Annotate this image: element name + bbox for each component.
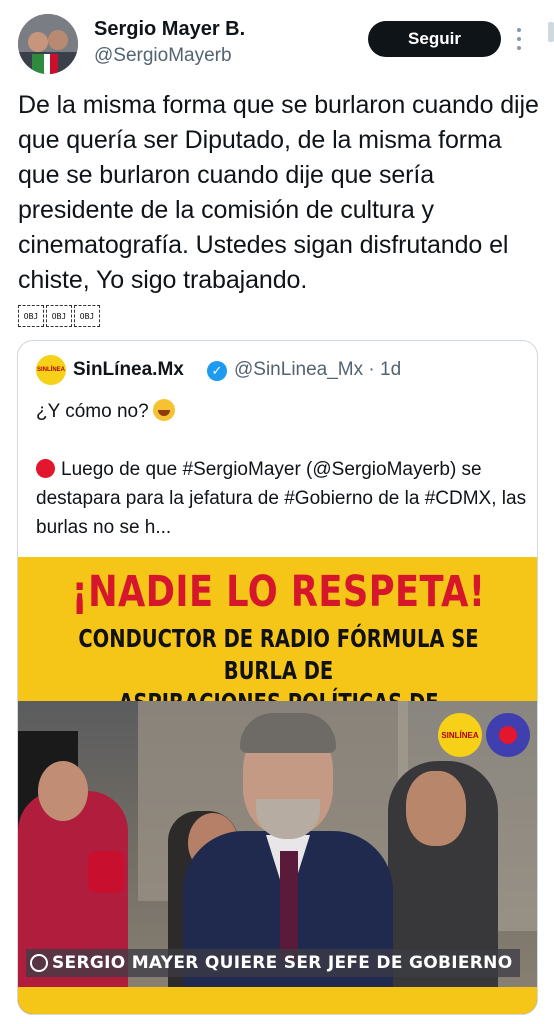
emoji-placeholder: OBJ xyxy=(46,305,72,327)
quoted-text-question: ¿Y cómo no? xyxy=(36,401,149,422)
red-circle-icon xyxy=(36,459,55,478)
image-subheadline-line1: CONDUCTOR DE RADIO FÓRMULA SE BURLA DE xyxy=(78,624,479,685)
quoted-text-paragraph: Luego de que #SergioMayer (@SergioMayerb… xyxy=(36,455,536,542)
reporter-left xyxy=(18,791,128,1014)
elheraldo-logo xyxy=(486,713,530,757)
quoted-text-line: ¿Y cómo no? xyxy=(36,399,175,423)
follow-button[interactable]: Seguir xyxy=(368,21,501,57)
subject-hair xyxy=(240,713,336,753)
lower-third-text: SERGIO MAYER QUIERE SER JEFE DE GOBIERNO xyxy=(52,953,513,973)
quoted-author-name[interactable]: SinLínea.Mx xyxy=(73,359,184,381)
emoji-placeholder: OBJ xyxy=(18,305,44,327)
reporter-right-head xyxy=(406,771,466,846)
image-bottom-bar xyxy=(18,987,537,1014)
quoted-author-avatar[interactable]: SINLÍNEA xyxy=(36,355,66,385)
scrollbar-handle[interactable] xyxy=(548,22,554,42)
quoted-media-image[interactable]: ¡NADIE LO RESPETA! CONDUCTOR DE RADIO FÓ… xyxy=(18,557,537,1014)
laughing-emoji-icon xyxy=(152,399,175,421)
author-name[interactable]: Sergio Mayer B. xyxy=(94,18,245,41)
quoted-author-handle-time[interactable]: @SinLinea_Mx · 1d xyxy=(234,359,401,381)
image-banner: ¡NADIE LO RESPETA! CONDUCTOR DE RADIO FÓ… xyxy=(18,557,537,749)
subject-tie xyxy=(280,851,298,961)
news-photo: SINLÍNEA SERGIO MAYER QUIERE SER JEFE DE… xyxy=(18,701,537,1014)
quoted-paragraph-text: Luego de que #SergioMayer (@SergioMayerb… xyxy=(36,459,527,538)
broadcast-icon xyxy=(30,954,48,972)
quoted-tweet-card[interactable]: SINLÍNEA SinLínea.Mx ✓ @SinLinea_Mx · 1d… xyxy=(17,340,538,1015)
reporter-left-head xyxy=(38,761,88,821)
tweet-text: De la misma forma que se burlaron cuando… xyxy=(18,91,539,294)
verified-badge-icon: ✓ xyxy=(207,361,227,381)
image-headline: ¡NADIE LO RESPETA! xyxy=(71,567,486,617)
emoji-placeholders: OBJ OBJ OBJ xyxy=(18,305,100,327)
sinlinea-logo: SINLÍNEA xyxy=(438,713,482,757)
author-avatar[interactable] xyxy=(18,14,78,74)
tweet-header: Sergio Mayer B. @SergioMayerb Seguir xyxy=(0,0,554,80)
more-options-icon[interactable] xyxy=(516,28,522,50)
emoji-placeholder: OBJ xyxy=(74,305,100,327)
microphone-icon xyxy=(88,851,124,893)
author-handle[interactable]: @SergioMayerb xyxy=(94,45,232,67)
lower-third-caption: SERGIO MAYER QUIERE SER JEFE DE GOBIERNO xyxy=(26,949,521,977)
